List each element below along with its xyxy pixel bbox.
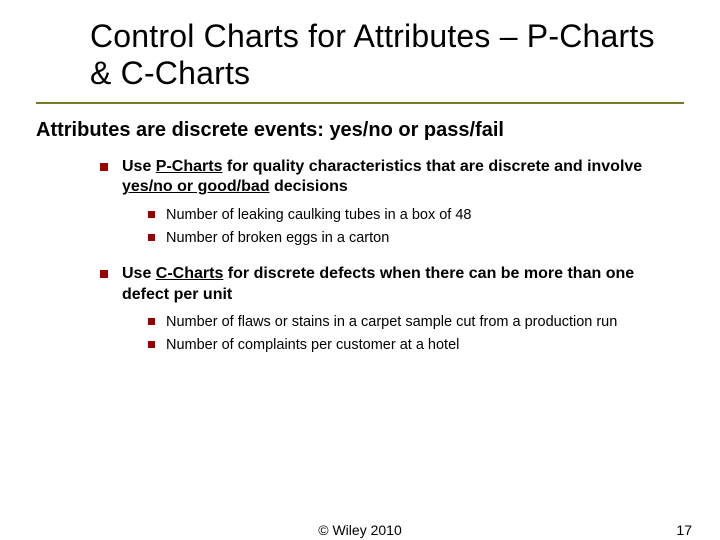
list-item: Number of complaints per customer at a h…: [148, 336, 684, 355]
page-number: 17: [676, 522, 692, 538]
copyright-text: © Wiley 2010: [318, 522, 401, 538]
text-pre: Use: [122, 158, 156, 175]
text-pre: Use: [122, 265, 156, 282]
title-underline: [36, 102, 684, 104]
text-mid: for quality characteristics that are dis…: [222, 158, 642, 175]
slide: Control Charts for Attributes – P-Charts…: [0, 0, 720, 540]
list-item: Number of flaws or stains in a carpet sa…: [148, 313, 684, 332]
list-item: Number of broken eggs in a carton: [148, 229, 684, 248]
slide-title: Control Charts for Attributes – P-Charts…: [90, 18, 684, 92]
sub-list: Number of leaking caulking tubes in a bo…: [148, 206, 684, 248]
list-item: Use P-Charts for quality characteristics…: [100, 157, 684, 248]
list-item: Number of leaking caulking tubes in a bo…: [148, 206, 684, 225]
text-term: C-Charts: [156, 265, 224, 282]
text-post: decisions: [270, 178, 348, 195]
text-term2: yes/no or good/bad: [122, 178, 270, 195]
list-item: Use C-Charts for discrete defects when t…: [100, 264, 684, 355]
lead-text: Attributes are discrete events: yes/no o…: [36, 118, 684, 143]
bullet-list: Use P-Charts for quality characteristics…: [100, 157, 684, 356]
text-term: P-Charts: [156, 158, 223, 175]
sub-list: Number of flaws or stains in a carpet sa…: [148, 313, 684, 355]
